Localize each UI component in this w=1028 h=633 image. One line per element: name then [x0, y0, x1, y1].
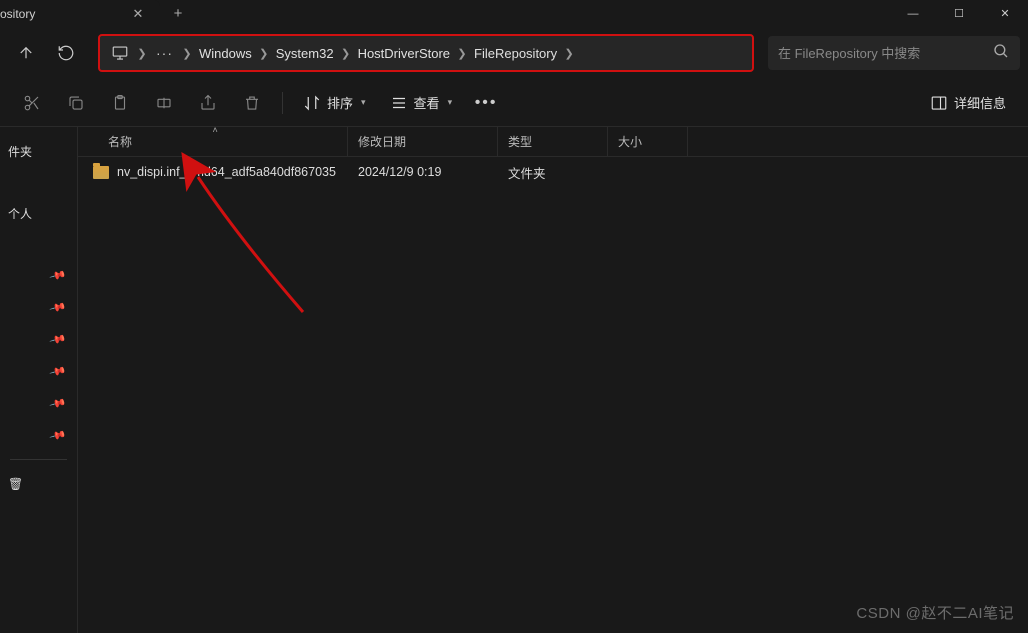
breadcrumb-item[interactable]: Windows — [197, 42, 254, 65]
title-bar: ository ✕ + — ☐ ✕ — [0, 0, 1028, 27]
recycle-icon: 🗑 — [8, 477, 23, 491]
copy-button[interactable] — [56, 85, 96, 121]
breadcrumb-ellipsis[interactable]: ··· — [152, 45, 177, 61]
up-button[interactable] — [8, 35, 44, 71]
arrow-up-icon — [17, 44, 35, 62]
tab-title: ository — [0, 7, 128, 21]
ellipsis-icon: ••• — [475, 94, 498, 112]
chevron-right-icon: ❯ — [132, 47, 152, 60]
breadcrumb-item[interactable]: System32 — [274, 42, 336, 65]
folder-icon — [93, 166, 109, 179]
sidebar: 件夹 个人 📌 📌 📌 📌 📌 📌 🗑 — [0, 127, 78, 633]
pin-icon: 📌 — [49, 394, 67, 412]
list-icon — [390, 94, 408, 112]
search-icon — [992, 42, 1010, 65]
pinned-item[interactable]: 📌 — [0, 387, 77, 419]
details-panel-icon — [930, 94, 948, 112]
copy-icon — [67, 94, 85, 112]
rename-icon — [155, 94, 173, 112]
chevron-down-icon: ▾ — [361, 97, 366, 108]
pin-icon: 📌 — [49, 330, 67, 348]
rename-button[interactable] — [144, 85, 184, 121]
sort-label: 排序 — [327, 93, 353, 112]
pinned-item[interactable]: 📌 — [0, 355, 77, 387]
separator — [282, 92, 283, 114]
chevron-right-icon: ❯ — [254, 47, 274, 60]
column-header-type[interactable]: 类型 — [498, 127, 608, 156]
close-button[interactable]: ✕ — [982, 0, 1028, 27]
search-box[interactable] — [768, 36, 1020, 70]
chevron-right-icon: ❯ — [177, 47, 197, 60]
sidebar-item[interactable]: 个人 — [0, 197, 77, 229]
delete-button[interactable] — [232, 85, 272, 121]
pin-icon: 📌 — [49, 298, 67, 316]
sort-indicator-icon: ˄ — [213, 125, 218, 135]
file-type-cell: 文件夹 — [498, 163, 608, 182]
maximize-button[interactable]: ☐ — [936, 0, 982, 27]
watermark: CSDN @赵不二AI笔记 — [856, 602, 1014, 623]
pinned-item[interactable]: 📌 — [0, 291, 77, 323]
refresh-button[interactable] — [48, 35, 84, 71]
sort-icon — [303, 94, 321, 112]
details-label: 详细信息 — [954, 93, 1006, 112]
refresh-icon — [57, 44, 75, 62]
nav-bar: ❯ ··· ❯ Windows ❯ System32 ❯ HostDriverS… — [0, 27, 1028, 79]
search-input[interactable] — [778, 46, 992, 61]
chevron-right-icon: ❯ — [336, 47, 356, 60]
file-row[interactable]: nv_dispi.inf_amd64_adf5a840df867035 2024… — [78, 157, 1028, 187]
column-header-name[interactable]: ˄ 名称 — [78, 127, 348, 156]
tab-close-button[interactable]: ✕ — [128, 4, 148, 24]
chevron-right-icon: ❯ — [452, 47, 472, 60]
scissors-icon — [23, 94, 41, 112]
share-button[interactable] — [188, 85, 228, 121]
new-tab-button[interactable]: + — [160, 0, 196, 27]
sort-button[interactable]: 排序 ▾ — [293, 85, 376, 121]
breadcrumb[interactable]: ❯ ··· ❯ Windows ❯ System32 ❯ HostDriverS… — [98, 34, 754, 72]
file-date-cell: 2024/12/9 0:19 — [348, 165, 498, 179]
file-name-cell: nv_dispi.inf_amd64_adf5a840df867035 — [78, 165, 348, 179]
view-button[interactable]: 查看 ▾ — [380, 85, 463, 121]
window-controls: — ☐ ✕ — [890, 0, 1028, 27]
minimize-button[interactable]: — — [890, 0, 936, 27]
pin-icon: 📌 — [49, 426, 67, 444]
file-list-area: ˄ 名称 修改日期 类型 大小 nv_dispi.inf_amd64_adf5a… — [78, 127, 1028, 633]
pc-icon — [108, 44, 132, 62]
sidebar-item[interactable]: 件夹 — [0, 135, 77, 167]
more-button[interactable]: ••• — [466, 85, 506, 121]
column-headers: ˄ 名称 修改日期 类型 大小 — [78, 127, 1028, 157]
view-label: 查看 — [414, 93, 440, 112]
paste-button[interactable] — [100, 85, 140, 121]
breadcrumb-item[interactable]: FileRepository — [472, 42, 559, 65]
divider — [10, 459, 67, 460]
column-header-date[interactable]: 修改日期 — [348, 127, 498, 156]
cut-button[interactable] — [12, 85, 52, 121]
chevron-down-icon: ▾ — [448, 97, 453, 108]
file-name: nv_dispi.inf_amd64_adf5a840df867035 — [117, 165, 336, 179]
clipboard-icon — [111, 94, 129, 112]
toolbar: 排序 ▾ 查看 ▾ ••• 详细信息 — [0, 79, 1028, 127]
details-button[interactable]: 详细信息 — [920, 85, 1016, 121]
breadcrumb-item[interactable]: HostDriverStore — [356, 42, 452, 65]
chevron-right-icon: ❯ — [559, 47, 579, 60]
sidebar-item-recycle[interactable]: 🗑 — [0, 468, 77, 500]
column-header-size[interactable]: 大小 — [608, 127, 688, 156]
pin-icon: 📌 — [49, 266, 67, 284]
share-icon — [199, 94, 217, 112]
pinned-item[interactable]: 📌 — [0, 323, 77, 355]
pin-icon: 📌 — [49, 362, 67, 380]
trash-icon — [243, 94, 261, 112]
tab[interactable]: ository ✕ — [0, 0, 160, 27]
main-area: 件夹 个人 📌 📌 📌 📌 📌 📌 🗑 ˄ 名称 修改日期 类型 大小 — [0, 127, 1028, 633]
pinned-item[interactable]: 📌 — [0, 259, 77, 291]
pinned-item[interactable]: 📌 — [0, 419, 77, 451]
